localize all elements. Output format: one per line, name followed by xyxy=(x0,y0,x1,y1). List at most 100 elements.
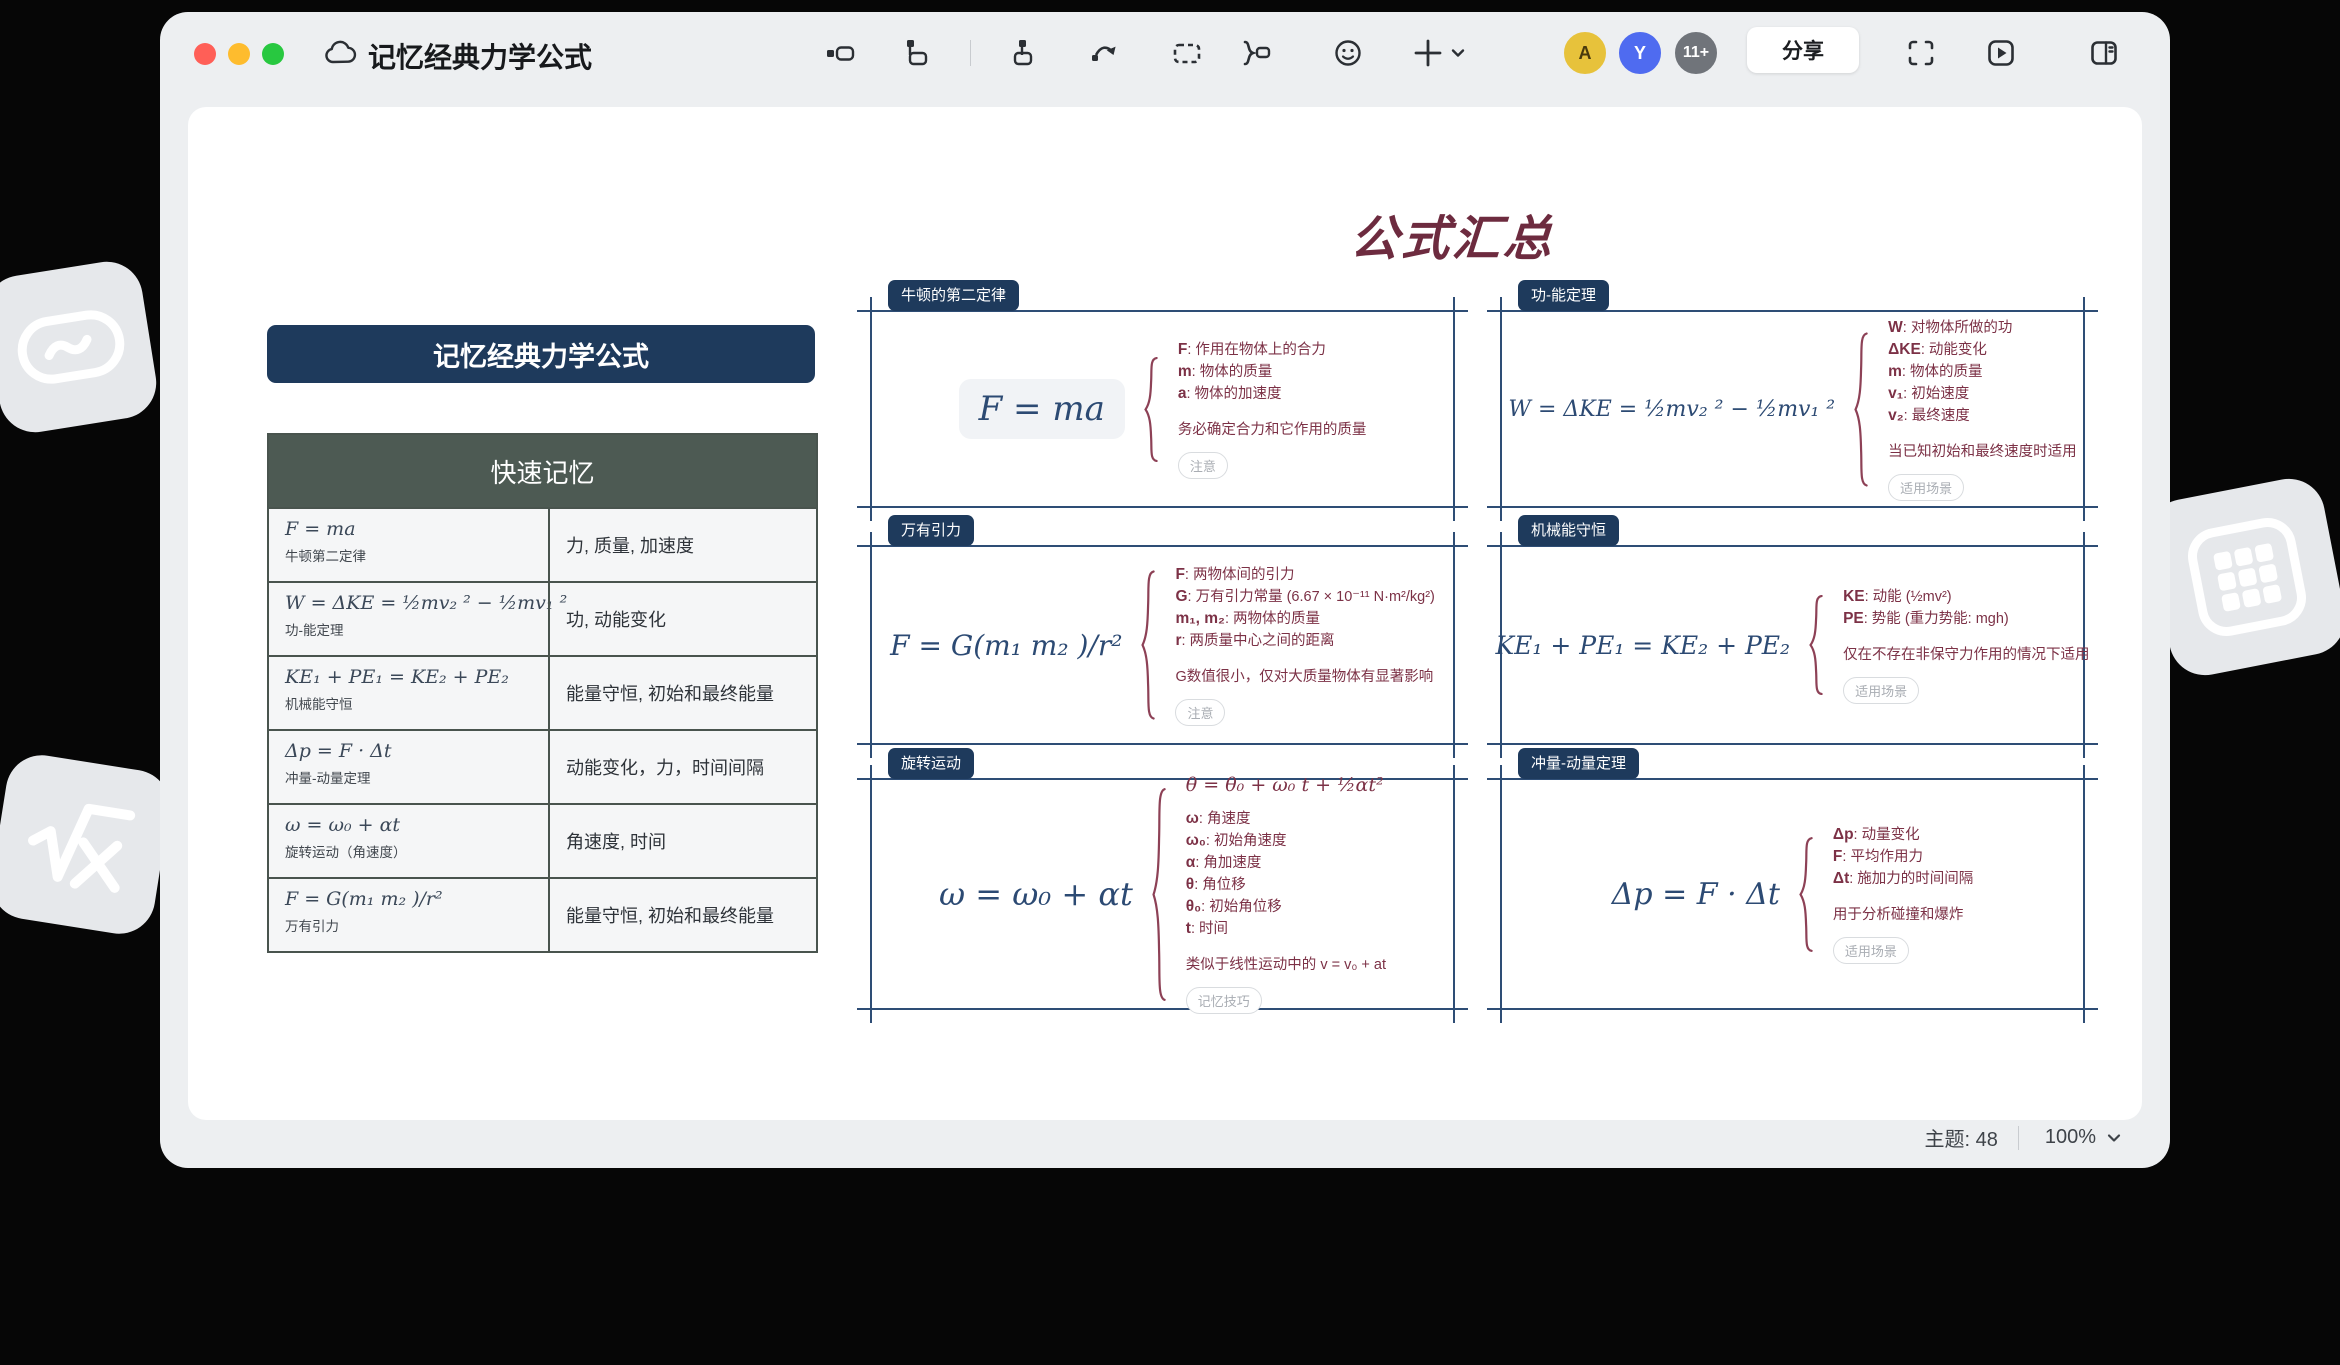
table-cell-desc: 功, 动能变化 xyxy=(548,583,816,655)
insert-button[interactable] xyxy=(1406,33,1474,73)
card-tab-label[interactable]: 牛顿的第二定律 xyxy=(888,280,1019,311)
emoji-button[interactable] xyxy=(1328,33,1368,73)
cloud-sync-button[interactable] xyxy=(322,38,358,70)
summary-icon xyxy=(1239,38,1271,68)
annotation-badge[interactable]: 适用场景 xyxy=(1888,474,1964,501)
card-tab-label[interactable]: 万有引力 xyxy=(888,515,974,546)
boundary-button[interactable] xyxy=(1167,33,1207,73)
card-border-line xyxy=(1487,1008,2098,1010)
annotation-badge[interactable]: 适用场景 xyxy=(1833,937,1909,964)
summary-button[interactable] xyxy=(1235,33,1275,73)
formula-card[interactable]: 牛顿的第二定律F = ma F: 作用在物体上的合力m: 物体的质量a: 物体的… xyxy=(870,310,1455,508)
table-cell-formula: ω = ω₀ + αt旋转运动（角速度） xyxy=(269,805,548,877)
table-formula: Δp = F · Δt xyxy=(285,740,548,762)
avatar[interactable]: Y xyxy=(1617,30,1663,76)
add-topic-button[interactable] xyxy=(820,33,860,73)
annotation-definition: m: 物体的质量 xyxy=(1178,361,1367,383)
annotation-definition: F: 两物体间的引力 xyxy=(1175,564,1434,586)
card-border-line xyxy=(857,743,1468,745)
table-cell-desc: 能量守恒, 初始和最终能量 xyxy=(548,657,816,729)
table-cell-desc: 动能变化，力，时间间隔 xyxy=(548,731,816,803)
minimize-window-button[interactable] xyxy=(228,43,250,65)
card-formula: W = ΔKE = ½mv₂ ² − ½mv₁ ² xyxy=(1508,397,1835,422)
card-tab-label[interactable]: 旋转运动 xyxy=(888,748,974,779)
slideshow-button[interactable] xyxy=(1981,33,2021,73)
card-border-line xyxy=(1487,506,2098,508)
annotation-definition: v₂: 最终速度 xyxy=(1888,405,2077,427)
statusbar: 主题: 48 100% xyxy=(1924,1123,2128,1152)
avatar-overflow-count[interactable]: 11+ xyxy=(1673,30,1719,76)
annotation-definition: ΔKE: 动能变化 xyxy=(1888,339,2077,361)
formula-card[interactable]: 旋转运动ω = ω₀ + αt θ = θ₀ + ω₀ t + ½αt²ω: 角… xyxy=(870,778,1455,1010)
relationship-button[interactable] xyxy=(1085,33,1125,73)
annotation-definition: Δt: 施加力的时间间隔 xyxy=(1833,868,1973,890)
table-formula-label: 万有引力 xyxy=(285,915,548,935)
brace-icon xyxy=(1143,357,1160,462)
plus-icon xyxy=(1413,38,1443,68)
annotation-badge[interactable]: 记忆技巧 xyxy=(1186,987,1262,1014)
annotation-definition: θ₀: 初始角位移 xyxy=(1186,896,1386,918)
card-body: KE₁ + PE₁ = KE₂ + PE₂ KE: 动能 (½mv²)PE: 势… xyxy=(1502,547,2083,743)
fullscreen-button[interactable] xyxy=(1901,33,1941,73)
card-formula: F = G(m₁ m₂ )/r² xyxy=(890,629,1122,662)
annotation-note: G数值很小，仅对大质量物体有显著影响 xyxy=(1175,667,1434,687)
table-row[interactable]: ω = ω₀ + αt旋转运动（角速度）角速度, 时间 xyxy=(269,803,816,877)
card-annotations: KE: 动能 (½mv²)PE: 势能 (重力势能: mgh)仅在不存在非保守力… xyxy=(1843,586,2090,704)
card-border-line xyxy=(857,506,1468,508)
card-tab-label[interactable]: 功-能定理 xyxy=(1518,280,1609,311)
avatar[interactable]: A xyxy=(1562,30,1608,76)
formula-card[interactable]: 万有引力F = G(m₁ m₂ )/r² F: 两物体间的引力G: 万有引力常量… xyxy=(870,545,1455,745)
table-row[interactable]: KE₁ + PE₁ = KE₂ + PE₂机械能守恒能量守恒, 初始和最终能量 xyxy=(269,655,816,729)
slideshow-icon xyxy=(1986,38,2016,68)
annotation-definition: ω: 角速度 xyxy=(1186,808,1386,830)
formula-card[interactable]: 机械能守恒KE₁ + PE₁ = KE₂ + PE₂ KE: 动能 (½mv²)… xyxy=(1500,545,2085,745)
titlebar: 记忆经典力学公式 xyxy=(160,12,2170,106)
formula-card[interactable]: 冲量-动量定理Δp = F · Δt Δp: 动量变化F: 平均作用力Δt: 施… xyxy=(1500,778,2085,1010)
table-row[interactable]: F = G(m₁ m₂ )/r²万有引力能量守恒, 初始和最终能量 xyxy=(269,877,816,951)
annotation-badge[interactable]: 适用场景 xyxy=(1843,677,1919,704)
chevron-down-icon xyxy=(2106,1130,2122,1146)
quick-memory-table[interactable]: 快速记忆 F = ma牛顿第二定律力, 质量, 加速度W = ΔKE = ½mv… xyxy=(267,433,818,953)
close-window-button[interactable] xyxy=(194,43,216,65)
card-border-line xyxy=(2083,297,2085,521)
side-panel-button[interactable] xyxy=(2084,33,2124,73)
table-cell-formula: F = ma牛顿第二定律 xyxy=(269,509,548,581)
table-formula: W = ΔKE = ½mv₂ ² − ½mv₁ ² xyxy=(285,592,548,614)
annotation-definition: F: 平均作用力 xyxy=(1833,846,1973,868)
annotation-definition: a: 物体的加速度 xyxy=(1178,383,1367,405)
app-window: 记忆经典力学公式 xyxy=(160,12,2170,1168)
quick-memory-table-header: 快速记忆 xyxy=(269,435,816,507)
map-heading: 公式汇总 xyxy=(1301,199,1606,269)
table-row[interactable]: Δp = F · Δt冲量-动量定理动能变化，力，时间间隔 xyxy=(269,729,816,803)
toolbar-divider xyxy=(970,40,971,66)
table-cell-desc: 能量守恒, 初始和最终能量 xyxy=(548,879,816,951)
table-row[interactable]: F = ma牛顿第二定律力, 质量, 加速度 xyxy=(269,507,816,581)
card-border-line xyxy=(1453,532,1455,758)
zoom-window-button[interactable] xyxy=(262,43,284,65)
root-topic-node[interactable]: 记忆经典力学公式 xyxy=(267,325,815,383)
card-body: W = ΔKE = ½mv₂ ² − ½mv₁ ² W: 对物体所做的功ΔKE:… xyxy=(1502,312,2083,506)
card-tab-label[interactable]: 冲量-动量定理 xyxy=(1518,748,1639,779)
add-subtopic-icon xyxy=(900,38,930,68)
annotation-note: 务必确定合力和它作用的质量 xyxy=(1178,420,1367,440)
share-button[interactable]: 分享 xyxy=(1747,27,1859,73)
annotation-definition: F: 作用在物体上的合力 xyxy=(1178,339,1367,361)
annotation-definition: v₁: 初始速度 xyxy=(1888,383,2077,405)
card-body: ω = ω₀ + αt θ = θ₀ + ω₀ t + ½αt²ω: 角速度ω₀… xyxy=(872,780,1453,1008)
brace-icon xyxy=(1798,837,1815,952)
add-topic-icon xyxy=(825,38,855,68)
add-subtopic-button[interactable] xyxy=(895,33,935,73)
card-formula: ω = ω₀ + αt xyxy=(939,875,1133,913)
annotation-definition: θ: 角位移 xyxy=(1186,874,1386,896)
table-row[interactable]: W = ΔKE = ½mv₂ ² − ½mv₁ ²功-能定理功, 动能变化 xyxy=(269,581,816,655)
annotation-definition: t: 时间 xyxy=(1186,918,1386,940)
card-tab-label[interactable]: 机械能守恒 xyxy=(1518,515,1619,546)
annotation-badge[interactable]: 注意 xyxy=(1178,452,1228,479)
card-annotations: F: 两物体间的引力G: 万有引力常量 (6.67 × 10⁻¹¹ N·m²/k… xyxy=(1175,564,1434,726)
zoom-control[interactable]: 100% xyxy=(2039,1125,2128,1150)
add-parent-topic-button[interactable] xyxy=(1005,33,1045,73)
mindmap-canvas[interactable]: 公式汇总 记忆经典力学公式 快速记忆 F = ma牛顿第二定律力, 质量, 加速… xyxy=(188,107,2142,1120)
formula-card[interactable]: 功-能定理W = ΔKE = ½mv₂ ² − ½mv₁ ² W: 对物体所做的… xyxy=(1500,310,2085,508)
card-formula: KE₁ + PE₁ = KE₂ + PE₂ xyxy=(1495,631,1790,660)
annotation-badge[interactable]: 注意 xyxy=(1175,699,1225,726)
